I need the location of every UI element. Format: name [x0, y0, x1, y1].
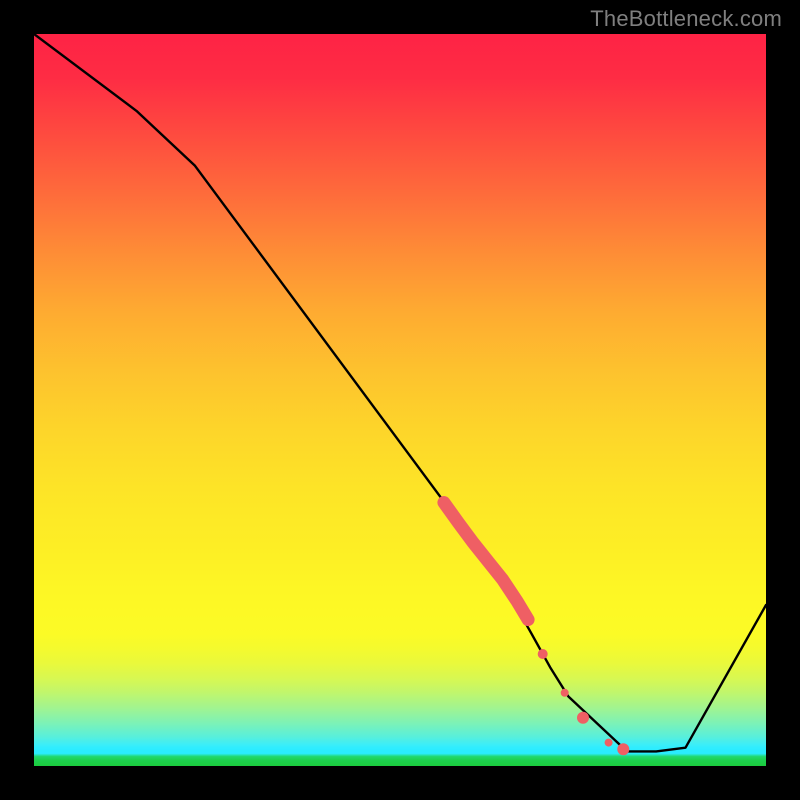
- highlight-dot: [561, 689, 569, 697]
- highlight-dot: [617, 743, 629, 755]
- plot-area: [34, 34, 766, 766]
- chart-frame: TheBottleneck.com: [0, 0, 800, 800]
- chart-overlay: [34, 34, 766, 766]
- bottleneck-curve: [34, 34, 766, 751]
- highlight-dot: [605, 739, 613, 747]
- highlight-dot: [577, 712, 589, 724]
- highlight-dot: [538, 649, 548, 659]
- highlight-band: [444, 503, 528, 620]
- watermark-text: TheBottleneck.com: [590, 6, 782, 32]
